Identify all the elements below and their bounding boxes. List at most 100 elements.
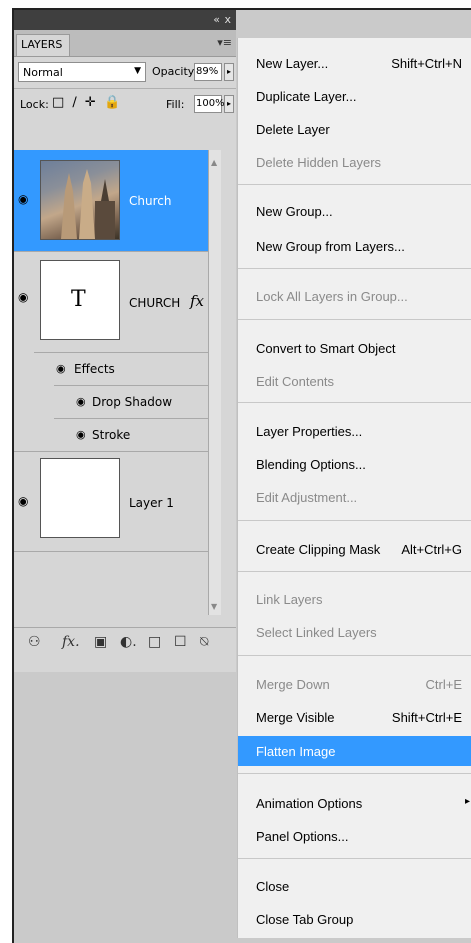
- menu-item-delete-hidden-layers[interactable]: Delete Hidden Layers: [238, 149, 471, 175]
- layers-scrollbar[interactable]: ▲ ▼: [208, 150, 221, 615]
- effects-row[interactable]: ◉ Effects: [34, 352, 220, 386]
- menu-separator: [238, 520, 471, 521]
- menu-item-close-tab-group[interactable]: Close Tab Group: [238, 906, 471, 932]
- menu-item-shortcut: Ctrl+E: [425, 677, 462, 692]
- layer-name-layer-1[interactable]: Layer 1: [129, 496, 174, 510]
- layer-name-church-text[interactable]: CHURCH: [129, 296, 180, 310]
- menu-separator: [238, 184, 471, 185]
- effect-eye-icon[interactable]: ◉: [76, 395, 86, 408]
- menu-item-lock-all-layers[interactable]: Lock All Layers in Group...: [238, 283, 471, 309]
- trash-icon[interactable]: ⍉: [200, 634, 208, 650]
- layer-row-layer-1[interactable]: ◉ Layer 1: [14, 452, 220, 552]
- menu-separator: [238, 773, 471, 774]
- menu-item-label: New Layer...: [256, 56, 329, 71]
- menu-item-label: Edit Adjustment...: [256, 490, 358, 505]
- menu-item-animation-options[interactable]: Animation Options ▸: [238, 790, 471, 816]
- menu-item-label: New Group...: [256, 204, 333, 219]
- opacity-input[interactable]: 89%: [194, 63, 222, 81]
- layer-row-church-text[interactable]: ◉ T CHURCH fx ▴ ◉ Effects ◉ Drop Shadow …: [14, 252, 220, 452]
- menu-item-flatten-image[interactable]: Flatten Image: [238, 736, 471, 766]
- scroll-down-icon[interactable]: ▼: [211, 602, 217, 611]
- menu-item-label: New Group from Layers...: [256, 239, 405, 254]
- menu-item-shortcut: Alt+Ctrl+G: [401, 542, 462, 557]
- effect-row-drop-shadow[interactable]: ◉ Drop Shadow: [54, 385, 220, 419]
- fill-slider-toggle-icon[interactable]: ▸: [224, 95, 234, 113]
- fx-icon[interactable]: fx: [190, 292, 204, 310]
- menu-item-create-clipping-mask[interactable]: Create Clipping Mask Alt+Ctrl+G: [238, 536, 471, 562]
- menu-item-select-linked-layers[interactable]: Select Linked Layers: [238, 619, 471, 645]
- menu-separator: [238, 858, 471, 859]
- layers-panel-menu: New Layer... Shift+Ctrl+N Duplicate Laye…: [237, 38, 471, 938]
- menu-item-label: Close: [256, 879, 290, 894]
- chevron-down-icon: ▼: [134, 66, 141, 76]
- menu-item-label: Animation Options: [256, 796, 363, 811]
- menu-item-layer-properties[interactable]: Layer Properties...: [238, 418, 471, 444]
- layer-thumbnail-text: T: [40, 260, 120, 340]
- menu-item-label: Blending Options...: [256, 457, 366, 472]
- visibility-eye-icon[interactable]: ◉: [18, 290, 34, 304]
- menu-item-blending-options[interactable]: Blending Options...: [238, 451, 471, 477]
- menu-item-label: Delete Hidden Layers: [256, 155, 382, 170]
- opacity-slider-toggle-icon[interactable]: ▸: [224, 63, 234, 81]
- menu-item-label: Close Tab Group: [256, 912, 354, 927]
- panel-menu-icon[interactable]: ▾≡: [217, 36, 232, 49]
- menu-item-edit-adjustment[interactable]: Edit Adjustment...: [238, 484, 471, 510]
- effects-label: Effects: [74, 362, 115, 376]
- link-icon[interactable]: ⚇: [28, 634, 41, 650]
- menu-item-label: Create Clipping Mask: [256, 542, 381, 557]
- menu-item-label: Delete Layer: [256, 122, 330, 137]
- menu-item-label: Merge Down: [256, 677, 330, 692]
- menu-item-delete-layer[interactable]: Delete Layer: [238, 116, 471, 142]
- tab-layers[interactable]: LAYERS: [16, 34, 70, 56]
- lock-options-icons[interactable]: □ ∕ ✛ 🔒: [52, 95, 122, 110]
- scroll-up-icon[interactable]: ▲: [211, 158, 217, 167]
- text-layer-icon: T: [71, 287, 86, 312]
- submenu-arrow-icon: ▸: [464, 796, 470, 807]
- adjustment-icon[interactable]: ◐.: [120, 634, 137, 650]
- menu-separator: [238, 319, 471, 320]
- layer-name-church[interactable]: Church: [129, 194, 171, 208]
- menu-item-label: Convert to Smart Object: [256, 341, 396, 356]
- menu-item-close[interactable]: Close: [238, 873, 471, 899]
- church-photo-icon: [61, 169, 115, 239]
- menu-item-label: Layer Properties...: [256, 424, 363, 439]
- menu-item-new-group[interactable]: New Group...: [238, 198, 471, 224]
- menu-item-label: Edit Contents: [256, 374, 335, 389]
- menu-item-duplicate-layer[interactable]: Duplicate Layer...: [238, 83, 471, 109]
- menu-item-new-group-from-layers[interactable]: New Group from Layers...: [238, 233, 471, 259]
- group-icon[interactable]: □: [148, 634, 161, 650]
- menu-item-convert-to-smart-object[interactable]: Convert to Smart Object: [238, 335, 471, 361]
- visibility-eye-icon[interactable]: ◉: [18, 192, 34, 206]
- close-icon[interactable]: x: [224, 13, 231, 26]
- lock-fill-row: Lock: □ ∕ ✛ 🔒 Fill: 100% ▸: [14, 88, 236, 119]
- mask-icon[interactable]: ▣: [94, 634, 107, 650]
- menu-separator: [238, 268, 471, 269]
- new-layer-icon[interactable]: ☐: [174, 634, 187, 650]
- menu-separator: [238, 402, 471, 403]
- menu-item-edit-contents[interactable]: Edit Contents: [238, 368, 471, 394]
- lock-label: Lock:: [20, 98, 49, 111]
- menu-item-merge-visible[interactable]: Merge Visible Shift+Ctrl+E: [238, 704, 471, 730]
- collapse-icon[interactable]: «: [213, 13, 220, 26]
- menu-item-panel-options[interactable]: Panel Options...: [238, 823, 471, 849]
- effects-eye-icon[interactable]: ◉: [56, 362, 66, 375]
- effect-row-stroke[interactable]: ◉ Stroke: [54, 418, 220, 452]
- menu-item-link-layers[interactable]: Link Layers: [238, 586, 471, 612]
- menu-item-new-layer[interactable]: New Layer... Shift+Ctrl+N: [238, 50, 471, 76]
- blend-mode-select[interactable]: Normal ▼: [18, 62, 146, 82]
- blend-mode-value: Normal: [23, 66, 63, 79]
- visibility-eye-icon[interactable]: ◉: [18, 494, 34, 508]
- layers-list: ◉ Church ◉ T CHURCH fx ▴ ◉ Effects ◉ Dro…: [14, 150, 220, 615]
- layer-thumbnail-church: [40, 160, 120, 240]
- menu-item-label: Merge Visible: [256, 710, 335, 725]
- layer-thumbnail-blank: [40, 458, 120, 538]
- menu-item-label: Lock All Layers in Group...: [256, 289, 408, 304]
- blend-opacity-row: Normal ▼ Opacity: 89% ▸: [14, 58, 236, 86]
- layer-row-church-image[interactable]: ◉ Church: [14, 150, 220, 252]
- fill-input[interactable]: 100%: [194, 95, 225, 113]
- fx-icon[interactable]: fx.: [62, 634, 80, 650]
- effect-eye-icon[interactable]: ◉: [76, 428, 86, 441]
- menu-item-merge-down[interactable]: Merge Down Ctrl+E: [238, 671, 471, 697]
- effect-label: Stroke: [92, 428, 131, 442]
- effect-label: Drop Shadow: [92, 395, 173, 409]
